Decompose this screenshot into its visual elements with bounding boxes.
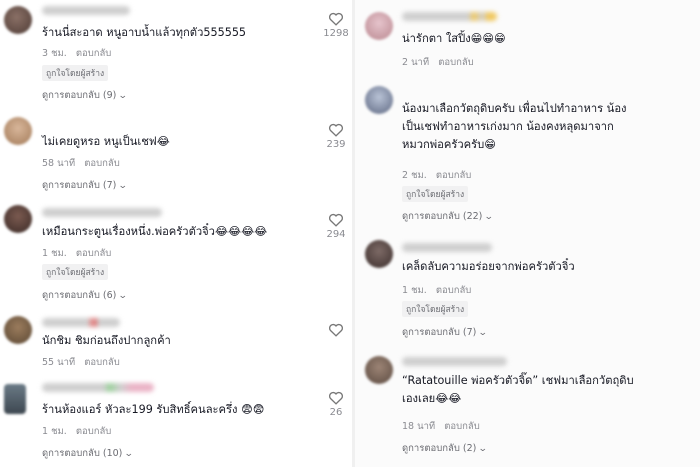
comment-time: 2 ชม. — [402, 170, 427, 181]
comment-text: เคล็ดลับความอร่อยจากพ่อครัวตัวจิ๋ว — [402, 260, 575, 273]
comment-time: 58 นาที — [42, 158, 76, 169]
chevron-down-icon: ⌄ — [478, 328, 489, 338]
like-button[interactable]: 1298 — [318, 11, 352, 39]
like-button[interactable]: 239 — [318, 122, 352, 150]
chevron-down-icon: ⌄ — [124, 449, 135, 459]
username[interactable] — [42, 6, 130, 15]
comment-text: นักชิม ชิมก่อนถึงปากลูกค้า — [42, 334, 171, 347]
view-replies-button[interactable]: ดูการตอบกลับ (2) ⌄ — [402, 441, 489, 456]
reply-button[interactable]: ตอบกลับ — [76, 48, 112, 59]
reply-button[interactable]: ตอบกลับ — [76, 248, 112, 259]
reply-button[interactable]: ตอบกลับ — [436, 285, 472, 296]
reply-button[interactable]: ตอบกลับ — [436, 170, 472, 181]
comment-text: ร้านห้องแอร์ หัวละ199 รับสิทธิ์คนละครึ่ง… — [42, 403, 265, 416]
like-count: 239 — [326, 139, 346, 150]
comment-meta: 2 นาที ตอบกลับ — [402, 55, 474, 70]
comment-meta: 1 ชม. ตอบกลับ — [402, 283, 471, 298]
view-replies-button[interactable]: ดูการตอบกลับ (22) ⌄ — [402, 209, 495, 224]
like-count: 26 — [329, 407, 343, 418]
comment-meta: 2 ชม. ตอบกลับ — [402, 168, 471, 183]
comment-text: “Ratatouille พ่อครัวตัวจิ๊ด” เชฟมาเลือกว… — [402, 374, 634, 405]
comment-time: 2 นาที — [402, 57, 430, 68]
comment-time: 55 นาที — [42, 357, 76, 368]
username[interactable] — [402, 243, 492, 252]
reply-button[interactable]: ตอบกลับ — [84, 357, 120, 368]
chevron-down-icon: ⌄ — [118, 91, 129, 101]
comment-meta: 58 นาที ตอบกลับ — [42, 156, 120, 171]
username[interactable] — [402, 12, 497, 21]
view-replies-button[interactable]: ดูการตอบกลับ (7) ⌄ — [42, 178, 129, 193]
like-button[interactable]: 26 — [318, 390, 352, 418]
comments-column-left: ร้านนี่สะอาด หนูอาบน้ำแล้วทุกตัว555555 3… — [0, 0, 352, 467]
reply-button[interactable]: ตอบกลับ — [76, 426, 112, 437]
username[interactable] — [42, 318, 120, 327]
avatar[interactable] — [4, 6, 32, 34]
avatar[interactable] — [365, 12, 393, 40]
liked-by-creator-badge: ถูกใจโดยผู้สร้าง — [402, 186, 469, 202]
like-count: 1298 — [323, 28, 349, 39]
comment-meta: 1 ชม. ตอบกลับ — [42, 424, 111, 439]
heart-outline-icon — [328, 323, 344, 337]
username[interactable] — [42, 208, 162, 217]
comment-text: เหมือนกระตูนเรื่องหนึ่ง.พ่อครัวตัวจิ๋ว😂😂… — [42, 225, 268, 238]
comment-meta: 1 ชม. ตอบกลับ — [42, 246, 111, 261]
comment-time: 3 ชม. — [42, 48, 67, 59]
liked-by-creator-badge: ถูกใจโดยผู้สร้าง — [42, 264, 109, 280]
avatar[interactable] — [4, 205, 32, 233]
heart-outline-icon — [328, 123, 344, 137]
reply-button[interactable]: ตอบกลับ — [444, 421, 480, 432]
view-replies-button[interactable]: ดูการตอบกลับ (10) ⌄ — [42, 446, 135, 461]
comment-time: 1 ชม. — [402, 285, 427, 296]
avatar[interactable] — [4, 384, 26, 414]
chevron-down-icon: ⌄ — [118, 181, 129, 191]
liked-by-creator-badge: ถูกใจโดยผู้สร้าง — [402, 301, 469, 317]
chevron-down-icon: ⌄ — [484, 212, 495, 222]
like-count: 294 — [326, 229, 346, 240]
comment-meta: 18 นาที ตอบกลับ — [402, 419, 480, 434]
comment-time: 18 นาที — [402, 421, 436, 432]
reply-button[interactable]: ตอบกลับ — [438, 57, 474, 68]
comments-column-right: น่ารักตา ใสปิ้ง😁😁😁 2 นาที ตอบกลับ น้องมา… — [355, 0, 700, 467]
avatar[interactable] — [365, 240, 393, 268]
heart-outline-icon — [328, 391, 344, 405]
view-replies-button[interactable]: ดูการตอบกลับ (9) ⌄ — [42, 88, 129, 103]
chevron-down-icon: ⌄ — [478, 444, 489, 454]
view-replies-button[interactable]: ดูการตอบกลับ (7) ⌄ — [402, 325, 489, 340]
comment-text: น้องมาเลือกวัตถุดิบครับ เพื่อนไปทำอาหาร … — [402, 102, 627, 151]
username[interactable] — [402, 357, 507, 366]
liked-by-creator-badge: ถูกใจโดยผู้สร้าง — [42, 65, 109, 81]
reply-button[interactable]: ตอบกลับ — [84, 158, 120, 169]
heart-outline-icon — [328, 12, 344, 26]
chevron-down-icon: ⌄ — [118, 291, 129, 301]
comment-text: ไม่เคยดูหรอ หนูเป็นเชฟ😂 — [42, 135, 170, 148]
like-button[interactable] — [318, 322, 352, 337]
comment-meta: 55 นาที ตอบกลับ — [42, 355, 120, 370]
view-replies-button[interactable]: ดูการตอบกลับ (6) ⌄ — [42, 288, 129, 303]
username[interactable] — [42, 383, 154, 392]
comment-meta: 3 ชม. ตอบกลับ — [42, 46, 111, 61]
avatar[interactable] — [365, 356, 393, 384]
heart-outline-icon — [328, 213, 344, 227]
avatar[interactable] — [4, 117, 32, 145]
comment-text: น่ารักตา ใสปิ้ง😁😁😁 — [402, 32, 506, 45]
like-button[interactable]: 294 — [318, 212, 352, 240]
comment-time: 1 ชม. — [42, 248, 67, 259]
comment-text: ร้านนี่สะอาด หนูอาบน้ำแล้วทุกตัว555555 — [42, 26, 247, 39]
comment-time: 1 ชม. — [42, 426, 67, 437]
avatar[interactable] — [4, 316, 32, 344]
avatar[interactable] — [365, 86, 393, 114]
